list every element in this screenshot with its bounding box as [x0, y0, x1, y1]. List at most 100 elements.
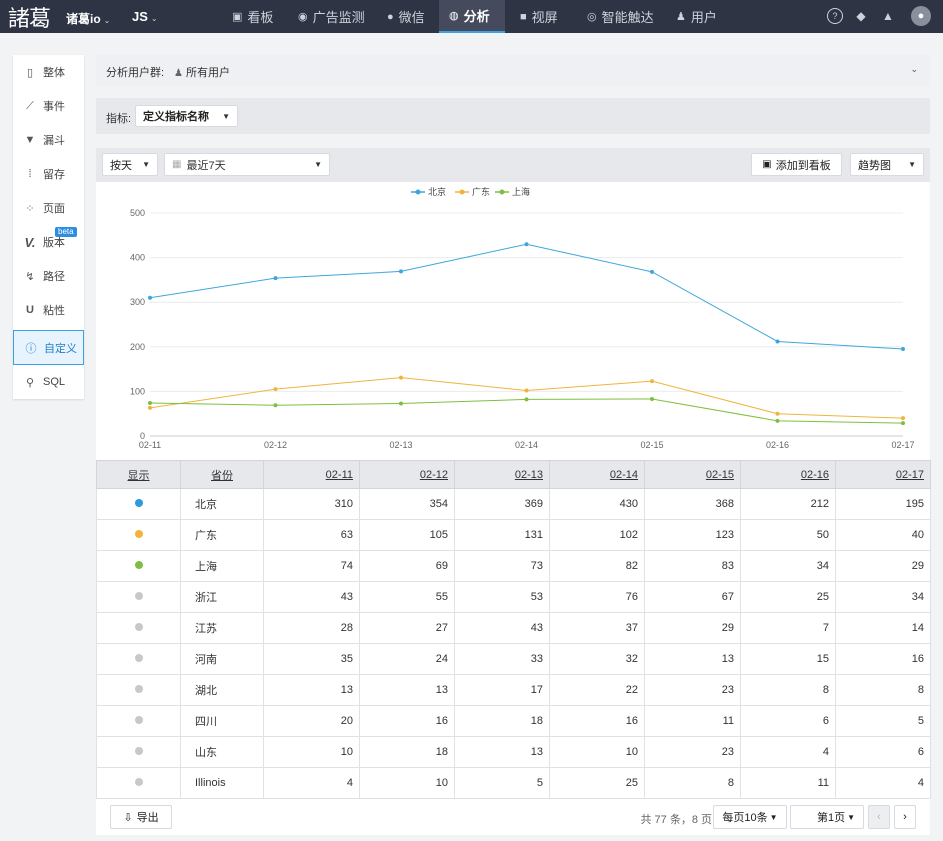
nav-ad-monitor[interactable]: ◉ 广告监测: [288, 0, 375, 33]
x-tick-label: 02-13: [389, 440, 412, 450]
column-header-date[interactable]: 02-13: [454, 460, 550, 489]
legend-label: 北京: [428, 186, 446, 197]
y-tick-label: 200: [130, 342, 145, 352]
table-footer: ⇩ 导出 共 77 条，8 页 每页10条 ▼ 第1页 ▼ ‹ ›: [96, 799, 930, 835]
value-cell: 16: [549, 705, 645, 737]
data-point: [148, 405, 152, 410]
display-toggle-cell[interactable]: [96, 488, 181, 520]
series-visibility-dot[interactable]: [134, 623, 143, 631]
display-toggle-cell[interactable]: [96, 550, 181, 582]
sidebar-item-page[interactable]: ⁘ 页面: [13, 191, 84, 225]
display-toggle-cell[interactable]: [96, 643, 181, 675]
page-select[interactable]: 第1页 ▼: [790, 805, 864, 829]
sidebar-item-path[interactable]: ↯ 路径: [13, 259, 84, 293]
series-visibility-dot[interactable]: [134, 778, 143, 786]
nav-users[interactable]: ♟ 用户: [666, 0, 727, 33]
sidebar-item-funnel[interactable]: ▼ 漏斗: [13, 123, 84, 157]
column-header-date[interactable]: 02-12: [359, 460, 455, 489]
province-cell: 四川: [180, 705, 264, 737]
value-cell: 13: [263, 674, 360, 706]
value-cell: 34: [835, 581, 931, 613]
prev-page-button[interactable]: ‹: [868, 805, 890, 829]
beta-badge: beta: [55, 227, 77, 237]
chevron-down-icon: ⌄: [910, 64, 918, 74]
caret-down-icon: ▼: [142, 160, 150, 169]
granularity-select[interactable]: 按天 ▼: [102, 153, 158, 176]
sidebar-item-sql[interactable]: ⚲ SQL: [13, 365, 84, 399]
display-toggle-cell[interactable]: [96, 519, 181, 551]
zhuge-logo[interactable]: 諸葛: [8, 1, 51, 33]
series-visibility-dot[interactable]: [134, 654, 143, 662]
sidebar-item-stickiness[interactable]: U 粘性: [13, 293, 84, 327]
value-cell: 28: [263, 612, 360, 644]
value-cell: 24: [359, 643, 455, 675]
nav-wechat[interactable]: ● 微信: [377, 0, 435, 33]
user-group-selector[interactable]: 分析用户群: ♟ 所有用户 ⌄: [96, 55, 930, 86]
nav-dashboard[interactable]: ▣ 看板: [222, 0, 283, 33]
sql-icon: ⚲: [25, 376, 35, 389]
sdk-switcher[interactable]: JS ⌄: [132, 9, 158, 24]
page-icon: ⁘: [25, 202, 35, 215]
metric-label: 指标:: [106, 113, 132, 125]
series-visibility-dot[interactable]: [134, 530, 143, 538]
download-icon: ⇩: [123, 811, 133, 824]
calendar-icon: ▦: [172, 159, 182, 170]
display-toggle-cell[interactable]: [96, 674, 181, 706]
data-point: [148, 400, 152, 405]
data-point: [399, 269, 403, 274]
value-cell: 354: [359, 488, 455, 520]
diamond-icon[interactable]: ◆: [853, 8, 869, 24]
user-group-text: 所有用户: [185, 67, 230, 79]
display-toggle-cell[interactable]: [96, 736, 181, 768]
column-header-province[interactable]: 省份: [180, 460, 264, 489]
user-icon: ♟: [174, 68, 183, 79]
sidebar-item-label: 自定义: [44, 342, 77, 355]
avatar[interactable]: ●: [911, 6, 931, 26]
chart-type-select[interactable]: 趋势图 ▼: [850, 153, 924, 176]
display-toggle-cell[interactable]: [96, 581, 181, 613]
display-toggle-cell[interactable]: [96, 612, 181, 644]
export-button[interactable]: ⇩ 导出: [110, 805, 172, 829]
sidebar-item-version[interactable]: V. 版本 beta: [13, 225, 84, 259]
sidebar-item-retention[interactable]: ⁞ 留存: [13, 157, 84, 191]
metric-select[interactable]: 定义指标名称 ▼: [135, 105, 238, 127]
column-header-date[interactable]: 02-15: [644, 460, 741, 489]
display-toggle-cell[interactable]: [96, 705, 181, 737]
series-visibility-dot[interactable]: [134, 716, 143, 724]
nav-smart-reach[interactable]: ◎ 智能触达: [577, 0, 664, 33]
column-header-date[interactable]: 02-11: [263, 460, 360, 489]
data-point: [650, 396, 654, 401]
sidebar-item-overview[interactable]: ▯ 整体: [13, 55, 84, 89]
column-header-display[interactable]: 显示: [96, 460, 181, 489]
column-header-date[interactable]: 02-14: [549, 460, 645, 489]
series-visibility-dot[interactable]: [134, 747, 143, 755]
value-cell: 8: [740, 674, 836, 706]
project-switcher[interactable]: 诸葛io ⌄: [66, 10, 110, 27]
add-to-dashboard-button[interactable]: ▣ 添加到看板: [751, 153, 842, 176]
nav-video[interactable]: ■ 视屏: [510, 0, 568, 33]
page-size-select[interactable]: 每页10条 ▼: [713, 805, 787, 829]
user-group-label: 分析用户群:: [106, 67, 165, 79]
series-visibility-dot[interactable]: [134, 561, 143, 569]
series-visibility-dot[interactable]: [134, 685, 143, 693]
value-cell: 310: [263, 488, 360, 520]
x-tick-label: 02-14: [515, 440, 538, 450]
chart-type-value: 趋势图: [858, 159, 891, 172]
column-header-date[interactable]: 02-17: [835, 460, 931, 489]
help-icon[interactable]: ?: [827, 8, 843, 24]
display-toggle-cell[interactable]: [96, 767, 181, 799]
series-visibility-dot[interactable]: [134, 592, 143, 600]
user-icon: ♟: [676, 11, 686, 23]
date-range-select[interactable]: ▦ 最近7天 ▼: [164, 153, 330, 176]
nav-analysis[interactable]: ◍ 分析: [439, 0, 505, 33]
sidebar-item-event[interactable]: ⟋ 事件: [13, 89, 84, 123]
province-cell: 上海: [180, 550, 264, 582]
data-point: [524, 397, 529, 402]
column-header-date[interactable]: 02-16: [740, 460, 836, 489]
chart-legend: 北京 广东 上海: [411, 186, 530, 197]
series-visibility-dot[interactable]: [134, 499, 143, 507]
next-page-button[interactable]: ›: [894, 805, 916, 829]
notification-icon[interactable]: ▲: [880, 8, 896, 24]
sidebar-item-custom[interactable]: ⓘ 自定义: [13, 330, 84, 365]
chart-series: [148, 242, 905, 426]
